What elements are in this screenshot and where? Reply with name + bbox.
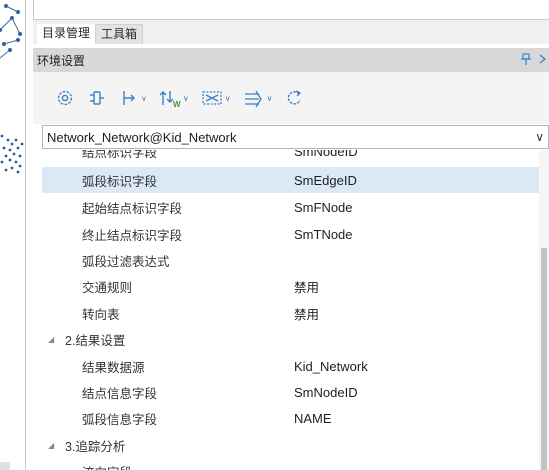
collapse-triangle-icon[interactable]: ◢ <box>48 441 54 450</box>
property-label: 弧段标识字段 <box>82 174 158 189</box>
barrier-dropdown[interactable]: ∨ <box>197 85 235 111</box>
property-value[interactable]: NAME <box>294 411 332 426</box>
tab-bar: 目录管理 工具箱 <box>33 20 549 44</box>
property-row[interactable]: 流向字段 <box>42 458 539 470</box>
property-value[interactable]: Kid_Network <box>294 359 368 374</box>
property-value[interactable]: SmEdgeID <box>294 173 357 188</box>
property-value[interactable]: SmNodeID <box>294 150 358 159</box>
chevron-down-icon: ∨ <box>535 130 544 144</box>
property-row[interactable]: 结点信息字段 SmNodeID <box>42 379 539 405</box>
property-value[interactable]: SmTNode <box>294 227 353 242</box>
property-value[interactable]: SmNodeID <box>294 385 358 400</box>
category-label: 3.追踪分析 <box>65 439 126 454</box>
trace-path-dropdown[interactable]: ∨ <box>115 85 151 111</box>
category-row[interactable]: ◢ 2.结果设置 <box>42 326 539 352</box>
property-label: 起始结点标识字段 <box>82 201 183 216</box>
property-row-selected[interactable]: 弧段标识字段 SmEdgeID <box>42 167 539 193</box>
weight-field-dropdown[interactable]: W ∨ <box>155 85 193 111</box>
category-row[interactable]: ◢ 3.追踪分析 <box>42 432 539 458</box>
panel-header: 环境设置 <box>33 48 549 72</box>
property-label: 结果数据源 <box>82 360 145 375</box>
property-label: 弧段过滤表达式 <box>82 254 170 269</box>
property-label: 终止结点标识字段 <box>82 228 183 243</box>
property-grid: 结点标识字段 SmNodeID 弧段标识字段 SmEdgeID 起始结点标识字段… <box>42 150 539 470</box>
map-preview-strip[interactable] <box>0 0 26 470</box>
flow-direction-icon <box>244 90 262 108</box>
refresh-button[interactable] <box>280 85 308 111</box>
upper-pane <box>33 0 549 20</box>
settings-gear-icon <box>57 90 73 106</box>
property-label: 结点标识字段 <box>82 150 158 160</box>
property-label: 流向字段 <box>82 462 132 470</box>
collapse-triangle-icon[interactable]: ◢ <box>48 335 54 344</box>
close-icon[interactable] <box>539 53 547 67</box>
category-label: 2.结果设置 <box>65 333 126 348</box>
tab-catalog[interactable]: 目录管理 <box>37 24 96 44</box>
refresh-icon <box>288 90 302 105</box>
property-row[interactable]: 交通规则 禁用 <box>42 273 539 299</box>
property-label: 转向表 <box>82 307 120 322</box>
network-dataset-select[interactable]: Network_Network@Kid_Network ∨ <box>42 125 549 149</box>
chevron-down-icon: ∨ <box>182 93 189 103</box>
panel-title: 环境设置 <box>37 53 86 68</box>
property-label: 结点信息字段 <box>82 386 158 401</box>
property-value[interactable]: 禁用 <box>294 277 319 296</box>
tab-toolbox[interactable]: 工具箱 <box>95 24 144 44</box>
property-label: 弧段信息字段 <box>82 412 158 427</box>
property-row[interactable]: 终止结点标识字段 SmTNode <box>42 221 539 247</box>
chevron-down-icon: ∨ <box>224 93 231 103</box>
property-value[interactable]: 禁用 <box>294 304 319 323</box>
property-row[interactable]: 起始结点标识字段 SmFNode <box>42 194 539 220</box>
property-row[interactable]: 弧段信息字段 NAME <box>42 405 539 431</box>
vertical-scrollbar[interactable] <box>539 150 549 470</box>
weight-field-icon: W <box>159 91 181 108</box>
property-value[interactable]: SmFNode <box>294 200 353 215</box>
barrier-icon <box>202 91 222 105</box>
property-row[interactable]: 弧段过滤表达式 <box>42 247 539 273</box>
property-row[interactable]: 结果数据源 Kid_Network <box>42 353 539 379</box>
chevron-down-icon: ∨ <box>141 93 147 103</box>
property-row[interactable]: 结点标识字段 SmNodeID <box>42 150 539 164</box>
settings-button[interactable] <box>51 85 79 111</box>
chevron-down-icon: ∨ <box>266 93 273 103</box>
network-dataset-value: Network_Network@Kid_Network <box>47 129 237 145</box>
network-node-button[interactable] <box>83 85 111 111</box>
analysis-toolbar: ∨ W ∨ ∨ ∨ <box>33 72 549 124</box>
flow-direction-dropdown[interactable]: ∨ <box>239 85 277 111</box>
svg-text:W: W <box>173 100 181 108</box>
trace-path-icon <box>123 91 135 105</box>
property-row[interactable]: 转向表 禁用 <box>42 300 539 326</box>
network-node-icon <box>90 91 104 105</box>
property-label: 交通规则 <box>82 280 133 295</box>
pin-icon[interactable] <box>521 52 531 68</box>
scrollbar-thumb[interactable] <box>541 248 547 470</box>
network-map-thumbnail <box>0 3 24 470</box>
